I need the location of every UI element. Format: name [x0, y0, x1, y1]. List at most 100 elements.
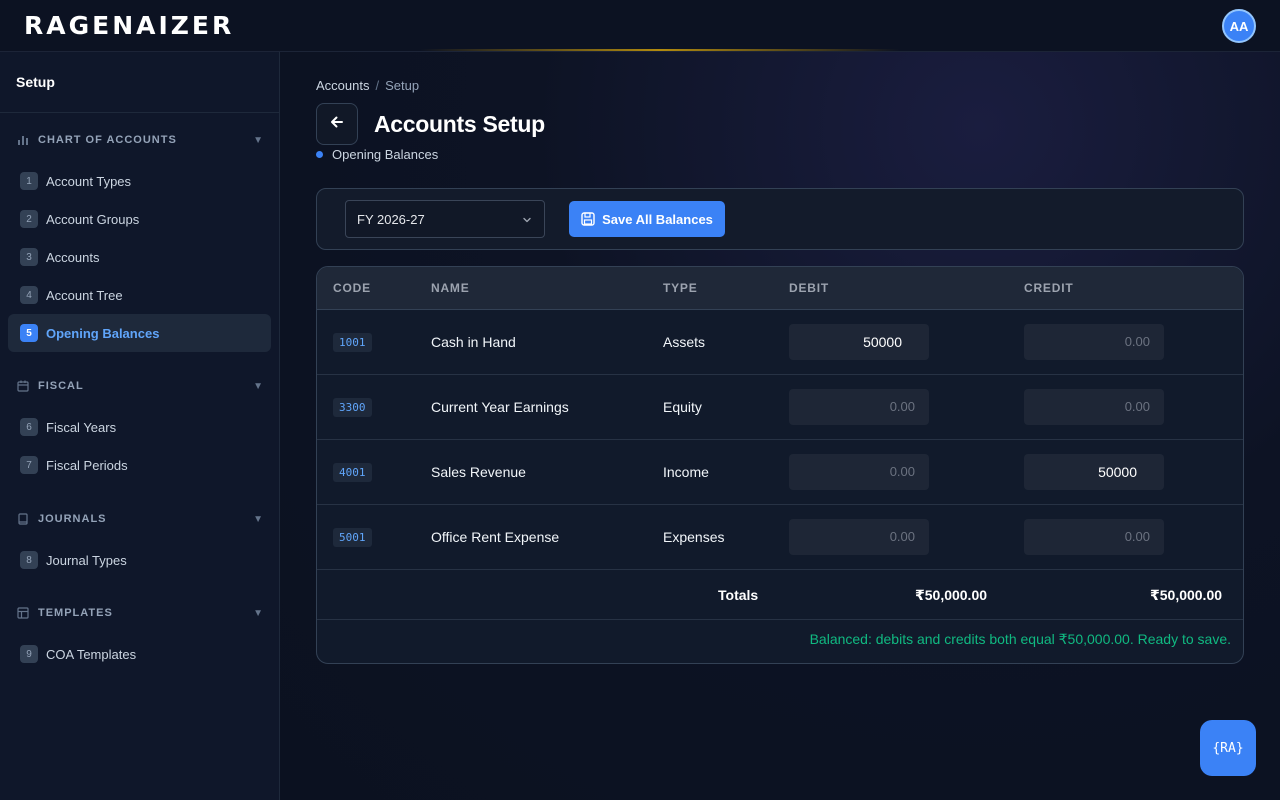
credit-input[interactable]: 50000	[1024, 454, 1164, 490]
chevron-down-icon[interactable]: ▼	[253, 608, 264, 619]
sidebar-item-label: Journal Types	[46, 552, 127, 568]
account-type: Expenses	[663, 529, 725, 545]
sidebar-item-account-types[interactable]: 1 Account Types	[8, 162, 271, 200]
column-header-name: NAME	[431, 281, 470, 295]
status-dot	[316, 151, 323, 158]
section-title: TEMPLATES	[38, 607, 113, 619]
item-number: 9	[20, 645, 38, 663]
account-name: Cash in Hand	[431, 334, 516, 350]
table-row: 5001 Office Rent Expense Expenses 0.00 0…	[317, 505, 1243, 570]
sidebar-item-fiscal-periods[interactable]: 7 Fiscal Periods	[8, 446, 271, 484]
debit-input[interactable]: 0.00	[789, 519, 929, 555]
chevron-down-icon[interactable]: ▼	[253, 514, 264, 525]
page-subtitle: Opening Balances	[316, 147, 438, 162]
save-all-balances-button[interactable]: Save All Balances	[569, 201, 725, 237]
sidebar-item-accounts[interactable]: 3 Accounts	[8, 238, 271, 276]
save-icon	[581, 212, 595, 226]
section-title: FISCAL	[38, 380, 84, 392]
debit-input[interactable]: 0.00	[789, 389, 929, 425]
chevron-down-icon[interactable]: ▼	[253, 381, 264, 392]
assistant-button[interactable]: {RA}	[1200, 720, 1256, 776]
column-header-type: TYPE	[663, 281, 698, 295]
item-number: 8	[20, 551, 38, 569]
section-chart-of-accounts: CHART OF ACCOUNTS ▼	[0, 126, 280, 154]
item-number: 5	[20, 324, 38, 342]
sidebar-item-label: Fiscal Periods	[46, 457, 128, 473]
section-header-templates[interactable]: TEMPLATES ▼	[0, 599, 280, 627]
credit-input[interactable]: 0.00	[1024, 389, 1164, 425]
sidebar-item-label: Accounts	[46, 249, 100, 265]
save-button-label: Save All Balances	[602, 211, 713, 227]
account-code: 3300	[333, 398, 372, 417]
calendar-icon	[16, 379, 30, 393]
user-avatar[interactable]: AA	[1222, 9, 1256, 43]
back-button[interactable]	[316, 103, 358, 145]
account-type: Equity	[663, 399, 702, 415]
account-type: Assets	[663, 334, 706, 350]
subtitle-text: Opening Balances	[332, 147, 439, 162]
header-glow	[420, 49, 900, 51]
table-row: 4001 Sales Revenue Income 0.00 50000	[317, 440, 1243, 505]
total-debit: ₹50,000.00	[915, 587, 988, 603]
column-header-code: CODE	[333, 281, 371, 295]
assistant-icon: {RA}	[1212, 740, 1244, 756]
sidebar-item-label: COA Templates	[46, 646, 137, 662]
section-header-chart-of-accounts[interactable]: CHART OF ACCOUNTS ▼	[0, 126, 280, 154]
sidebar-item-fiscal-years[interactable]: 6 Fiscal Years	[8, 408, 271, 446]
column-header-credit: CREDIT	[1024, 281, 1074, 295]
sidebar-item-label: Account Groups	[46, 211, 140, 227]
account-name: Office Rent Expense	[431, 529, 560, 545]
item-number: 4	[20, 286, 38, 304]
item-number: 6	[20, 418, 38, 436]
sidebar-item-label: Fiscal Years	[46, 419, 117, 435]
sidebar-item-opening-balances[interactable]: 5 Opening Balances	[8, 314, 271, 352]
chevron-down-icon	[522, 213, 532, 228]
table-row: 3300 Current Year Earnings Equity 0.00 0…	[317, 375, 1243, 440]
debit-input[interactable]: 0.00	[789, 454, 929, 490]
account-code: 4001	[333, 463, 372, 482]
item-number: 2	[20, 210, 38, 228]
totals-label: Totals	[718, 587, 759, 603]
sidebar-item-account-tree[interactable]: 4 Account Tree	[8, 276, 271, 314]
section-fiscal: FISCAL ▼	[0, 372, 280, 400]
arrow-left-icon	[329, 114, 345, 135]
section-journals: JOURNALS ▼	[0, 505, 280, 533]
fiscal-year-select[interactable]: FY 2026-27	[345, 200, 545, 238]
breadcrumb-accounts[interactable]: Accounts	[316, 78, 369, 93]
account-code: 1001	[333, 333, 372, 352]
top-bar: RAGENAIZER AA	[0, 0, 1280, 52]
item-number: 7	[20, 456, 38, 474]
chevron-down-icon[interactable]: ▼	[253, 135, 264, 146]
app-logo[interactable]: RAGENAIZER	[24, 12, 234, 40]
sidebar-item-journal-types[interactable]: 8 Journal Types	[8, 541, 271, 579]
credit-input[interactable]: 0.00	[1024, 324, 1164, 360]
layout-icon	[16, 606, 30, 620]
section-title: JOURNALS	[38, 513, 107, 525]
table-row: 1001 Cash in Hand Assets 50000 0.00	[317, 310, 1243, 375]
bar-chart-icon	[16, 133, 30, 147]
total-credit: ₹50,000.00	[1150, 587, 1223, 603]
credit-input[interactable]: 0.00	[1024, 519, 1164, 555]
account-type: Income	[663, 464, 709, 480]
balance-status-message: Balanced: debits and credits both equal …	[809, 631, 1231, 647]
book-icon	[16, 512, 30, 526]
sidebar-item-label: Account Types	[46, 173, 132, 189]
debit-input[interactable]: 50000	[789, 324, 929, 360]
sidebar: Setup CHART OF ACCOUNTS ▼ 1 Account Type…	[0, 52, 280, 800]
table-header: CODE NAME TYPE DEBIT CREDIT	[317, 267, 1243, 310]
section-title: CHART OF ACCOUNTS	[38, 134, 177, 146]
toolbar: FY 2026-27 Save All Balances	[316, 188, 1244, 250]
account-name: Sales Revenue	[431, 464, 526, 480]
section-header-fiscal[interactable]: FISCAL ▼	[0, 372, 280, 400]
sidebar-item-label: Account Tree	[46, 287, 123, 303]
sidebar-title: Setup	[0, 52, 279, 113]
totals-row: Totals ₹50,000.00 ₹50,000.00	[317, 570, 1243, 620]
item-number: 3	[20, 248, 38, 266]
breadcrumb: Accounts / Setup	[316, 78, 419, 93]
section-header-journals[interactable]: JOURNALS ▼	[0, 505, 280, 533]
sidebar-item-account-groups[interactable]: 2 Account Groups	[8, 200, 271, 238]
opening-balances-table: CODE NAME TYPE DEBIT CREDIT 1001 Cash in…	[316, 266, 1244, 664]
section-templates: TEMPLATES ▼	[0, 599, 280, 627]
sidebar-item-label: Opening Balances	[46, 325, 160, 341]
sidebar-item-coa-templates[interactable]: 9 COA Templates	[8, 635, 271, 673]
